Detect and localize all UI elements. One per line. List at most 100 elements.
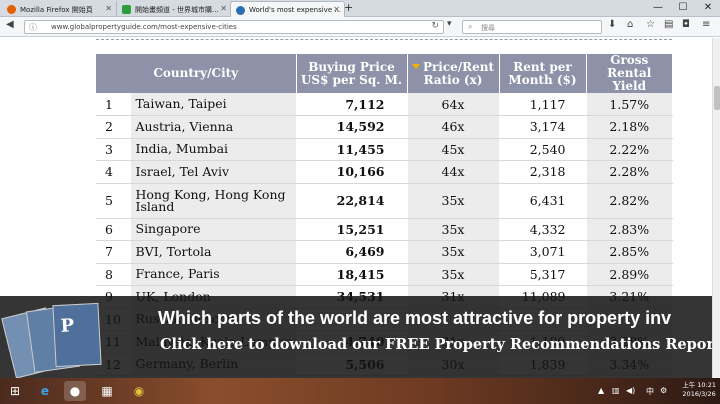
network-icon[interactable]: ▥	[612, 386, 620, 395]
country-cell: Austria, Vienna	[130, 115, 297, 139]
ratio-cell: 35x	[407, 263, 500, 286]
banner-download-link[interactable]: Click here to download our FREE Property…	[160, 336, 712, 353]
url-text: www.globalpropertyguide.com/most-expensi…	[51, 23, 237, 31]
header-yield[interactable]: Gross Rental Yield	[586, 54, 673, 93]
tab-label: 開始畫頻道 - 世界城市購...	[135, 6, 219, 14]
menu-icon[interactable]: ≡	[702, 19, 710, 30]
rank-cell: 4	[96, 160, 131, 184]
search-placeholder: 搜尋	[481, 24, 495, 32]
globe-icon	[236, 6, 245, 15]
url-bar[interactable]: ⓘ www.globalpropertyguide.com/most-expen…	[24, 20, 444, 34]
rank-cell: 2	[96, 115, 131, 139]
price-cell: 7,112	[296, 93, 408, 116]
scrollbar-thumb[interactable]	[714, 86, 720, 110]
new-tab-button[interactable]: +	[344, 1, 353, 14]
close-tab-icon[interactable]: ✕	[333, 5, 340, 14]
tab-firefox-start[interactable]: Mozilla Firefox 開始頁 ✕	[2, 1, 117, 17]
windows-start-icon[interactable]: ⊞	[4, 381, 26, 401]
price-cell: 14,592	[296, 115, 408, 139]
dropdown-arrow-icon[interactable]: ▾	[447, 19, 452, 29]
rent-cell: 1,117	[499, 93, 587, 116]
download-icon[interactable]: ⬇	[608, 19, 616, 30]
tab-world-most-expensive[interactable]: World's most expensive ... ✕	[230, 1, 345, 17]
search-bar[interactable]: ⌕ 搜尋	[462, 20, 602, 34]
vertical-scrollbar[interactable]	[712, 38, 720, 378]
country-cell: Singapore	[130, 218, 297, 241]
ratio-cell: 35x	[407, 183, 500, 219]
rent-cell: 3,071	[499, 240, 587, 264]
maximize-button[interactable]: ☐	[671, 0, 695, 15]
price-cell: 10,166	[296, 160, 408, 184]
clock-time: 上午 10:21	[682, 381, 716, 389]
price-cell: 6,469	[296, 240, 408, 264]
yield-cell: 2.28%	[586, 160, 673, 184]
yield-cell: 2.89%	[586, 263, 673, 286]
settings-gear-icon[interactable]: ⚙	[660, 386, 667, 395]
tab-label: Mozilla Firefox 開始頁	[20, 6, 93, 14]
chrome-icon[interactable]: ◉	[128, 381, 150, 401]
page-content: Country/City Buying Price US$ per Sq. M. …	[0, 38, 712, 378]
rent-cell: 3,174	[499, 115, 587, 139]
header-ratio[interactable]: Price/Rent Ratio (x)	[407, 54, 500, 93]
close-tab-icon[interactable]: ✕	[220, 4, 227, 13]
ratio-cell: 35x	[407, 240, 500, 264]
header-rent[interactable]: Rent per Month ($)	[499, 54, 587, 93]
header-price[interactable]: Buying Price US$ per Sq. M.	[296, 54, 408, 93]
rank-cell: 5	[96, 183, 131, 219]
rent-cell: 5,317	[499, 263, 587, 286]
ime-icon[interactable]: 中	[646, 386, 654, 397]
firefox-taskbar-icon[interactable]: ●	[64, 381, 86, 401]
price-cell: 15,251	[296, 218, 408, 241]
rent-cell: 6,431	[499, 183, 587, 219]
rank-cell: 3	[96, 138, 131, 161]
table-row: 8 France, Paris 18,415 35x 5,317 2.89%	[96, 263, 673, 286]
library-icon[interactable]: ▤	[664, 19, 673, 30]
home-icon[interactable]: ⌂	[627, 19, 633, 30]
volume-icon[interactable]: ◀)	[626, 386, 635, 395]
header-country[interactable]: Country/City	[96, 54, 297, 93]
ratio-cell: 64x	[407, 93, 500, 116]
internet-explorer-icon[interactable]: e	[34, 381, 56, 401]
minimize-button[interactable]: —	[646, 0, 670, 15]
navigation-bar: ◀ ⓘ www.globalpropertyguide.com/most-exp…	[0, 17, 720, 37]
table-row: 7 BVI, Tortola 6,469 35x 3,071 2.85%	[96, 240, 673, 264]
tab-label: World's most expensive ...	[249, 6, 342, 14]
table-row: 6 Singapore 15,251 35x 4,332 2.83%	[96, 218, 673, 241]
country-cell: Taiwan, Taipei	[130, 93, 297, 116]
reload-icon[interactable]: ↻	[431, 21, 439, 31]
rent-cell: 4,332	[499, 218, 587, 241]
yield-cell: 2.83%	[586, 218, 673, 241]
back-icon[interactable]: ◀	[6, 19, 14, 30]
close-tab-icon[interactable]: ✕	[105, 4, 112, 13]
ratio-cell: 35x	[407, 218, 500, 241]
rent-cell: 2,318	[499, 160, 587, 184]
banner-headline: Which parts of the world are most attrac…	[158, 308, 672, 328]
yield-cell: 2.82%	[586, 183, 673, 219]
search-icon: ⌕	[468, 22, 473, 31]
apps-icon[interactable]: ▦	[96, 381, 118, 401]
show-hidden-icons[interactable]: ▲	[598, 386, 604, 395]
divider	[96, 39, 672, 40]
ratio-cell: 45x	[407, 138, 500, 161]
country-cell: BVI, Tortola	[130, 240, 297, 264]
tab-channel[interactable]: 開始畫頻道 - 世界城市購... ✕	[117, 1, 232, 17]
rank-cell: 7	[96, 240, 131, 264]
pocket-icon[interactable]: ◘	[682, 19, 690, 30]
windows-taskbar: ⊞ e ● ▦ ◉ ▲ ▥ ◀) 中 ⚙ 上午 10:21 2016/3/26	[0, 378, 720, 404]
country-cell: France, Paris	[130, 263, 297, 286]
yield-cell: 2.22%	[586, 138, 673, 161]
property-report-banner[interactable]: P Which parts of the world are most attr…	[0, 296, 712, 378]
table-header-row: Country/City Buying Price US$ per Sq. M. …	[96, 54, 673, 93]
close-window-button[interactable]: ✕	[696, 0, 720, 15]
table-row: 4 Israel, Tel Aviv 10,166 44x 2,318 2.28%	[96, 160, 673, 184]
system-clock[interactable]: 上午 10:21 2016/3/26	[682, 381, 716, 399]
ratio-cell: 46x	[407, 115, 500, 139]
site-info-icon[interactable]: ⓘ	[29, 22, 37, 33]
yield-cell: 2.18%	[586, 115, 673, 139]
price-cell: 18,415	[296, 263, 408, 286]
rank-cell: 8	[96, 263, 131, 286]
rent-cell: 2,540	[499, 138, 587, 161]
bookmark-star-icon[interactable]: ☆	[646, 19, 655, 30]
sort-arrow-icon	[411, 63, 420, 69]
country-cell: Hong Kong, Hong Kong Island	[130, 183, 297, 219]
